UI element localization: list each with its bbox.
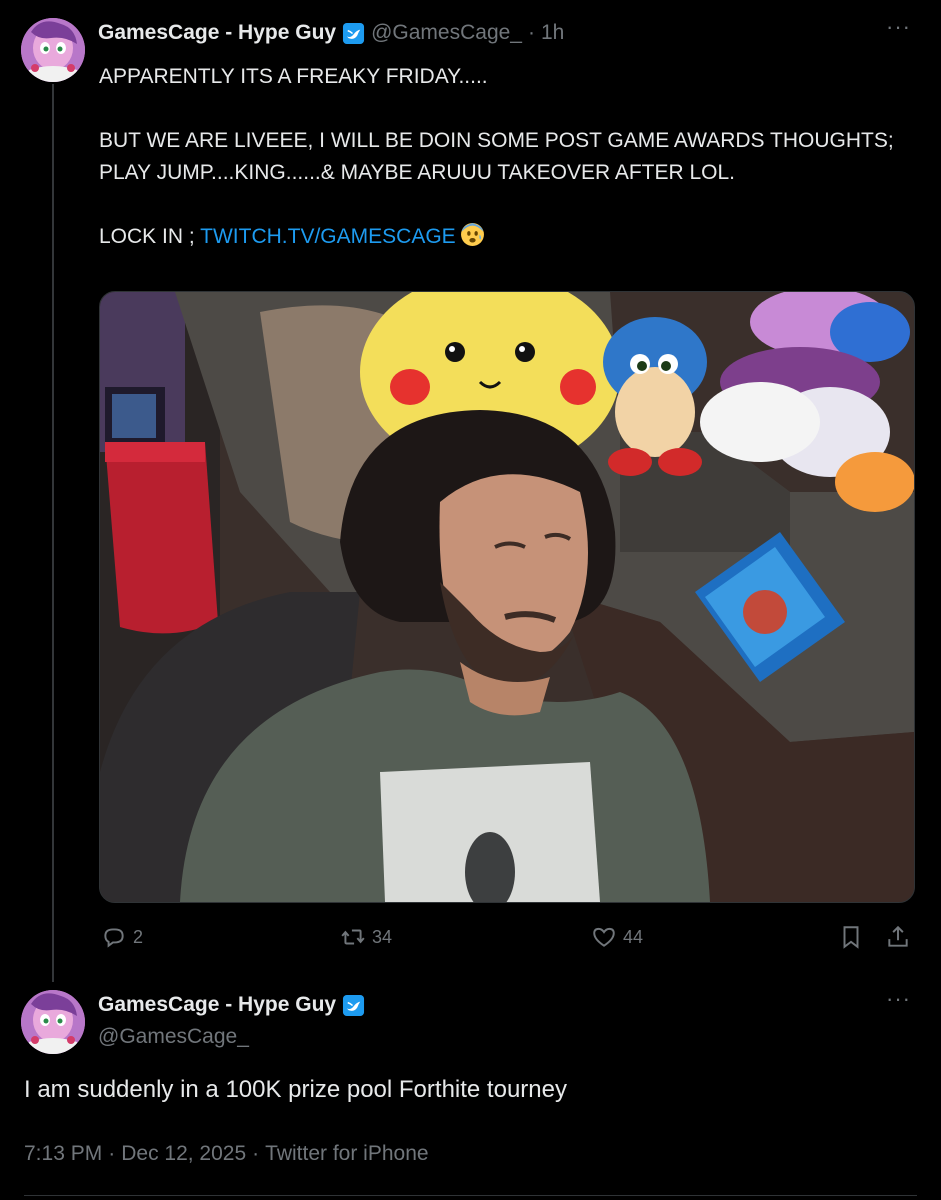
more-options-button[interactable]: ··· bbox=[886, 16, 911, 38]
separator-dot: · bbox=[527, 21, 535, 44]
tweet-header: GamesCage - Hype Guy @GamesCage_ · 1h bbox=[98, 21, 564, 45]
retweet-icon bbox=[341, 929, 365, 945]
divider bbox=[24, 1195, 917, 1196]
tweet-text-line: APPARENTLY ITS A FREAKY FRIDAY..... bbox=[99, 65, 488, 88]
anxious-face-emoji bbox=[460, 223, 484, 246]
verified-badge-icon bbox=[343, 994, 365, 1016]
share-button[interactable] bbox=[885, 922, 911, 952]
tweet-text-prefix: LOCK IN ; bbox=[99, 225, 201, 248]
tweet-photo[interactable] bbox=[99, 291, 915, 903]
bookmark-button[interactable] bbox=[838, 922, 864, 952]
like-count: 44 bbox=[623, 926, 644, 947]
display-name[interactable]: GamesCage - Hype Guy bbox=[98, 993, 336, 1017]
retweet-count: 34 bbox=[372, 926, 393, 947]
tweet-text-line: LOCK IN ; TWITCH.TV/GAMESCAGE bbox=[99, 221, 899, 253]
share-icon bbox=[888, 925, 908, 947]
reply-button[interactable]: 2 bbox=[101, 922, 143, 952]
separator-dot: · bbox=[252, 1142, 260, 1165]
tweet-timestamp[interactable]: 7:13 PM bbox=[24, 1142, 102, 1165]
handle[interactable]: @GamesCage_ bbox=[371, 21, 522, 45]
avatar-icon bbox=[21, 18, 85, 82]
tweet-metadata: 7:13 PM · Dec 12, 2025 · Twitter for iPhone bbox=[24, 1142, 429, 1166]
more-options-button[interactable]: ··· bbox=[886, 988, 911, 1010]
tweet-text: I am suddenly in a 100K prize pool Forth… bbox=[24, 1076, 567, 1103]
tweet-source: Twitter for iPhone bbox=[265, 1142, 429, 1165]
reply-icon bbox=[104, 928, 124, 948]
avatar[interactable] bbox=[21, 18, 85, 82]
selfie-photo bbox=[100, 292, 914, 902]
display-name[interactable]: GamesCage - Hype Guy bbox=[98, 21, 336, 45]
separator-dot: · bbox=[108, 1142, 116, 1165]
retweet-button[interactable]: 34 bbox=[340, 922, 392, 952]
tweet-text-line: BUT WE ARE LIVEEE, I WILL BE DOIN SOME P… bbox=[99, 129, 894, 184]
avatar-icon bbox=[21, 990, 85, 1054]
reply-count: 2 bbox=[133, 926, 144, 947]
tweet-time[interactable]: 1h bbox=[541, 21, 564, 45]
verified-badge-icon bbox=[343, 22, 365, 44]
bookmark-icon bbox=[843, 926, 859, 949]
like-button[interactable]: 44 bbox=[591, 922, 643, 952]
tweet-date[interactable]: Dec 12, 2025 bbox=[121, 1142, 246, 1165]
handle[interactable]: @GamesCage_ bbox=[98, 1025, 249, 1049]
thread-connector-line bbox=[52, 84, 54, 982]
tweet-body: APPARENTLY ITS A FREAKY FRIDAY..... BUT … bbox=[99, 61, 899, 253]
twitch-link[interactable]: TWITCH.TV/GAMESCAGE bbox=[200, 225, 456, 248]
heart-icon bbox=[593, 927, 615, 947]
avatar[interactable] bbox=[21, 990, 85, 1054]
tweet-header: GamesCage - Hype Guy bbox=[98, 993, 365, 1017]
